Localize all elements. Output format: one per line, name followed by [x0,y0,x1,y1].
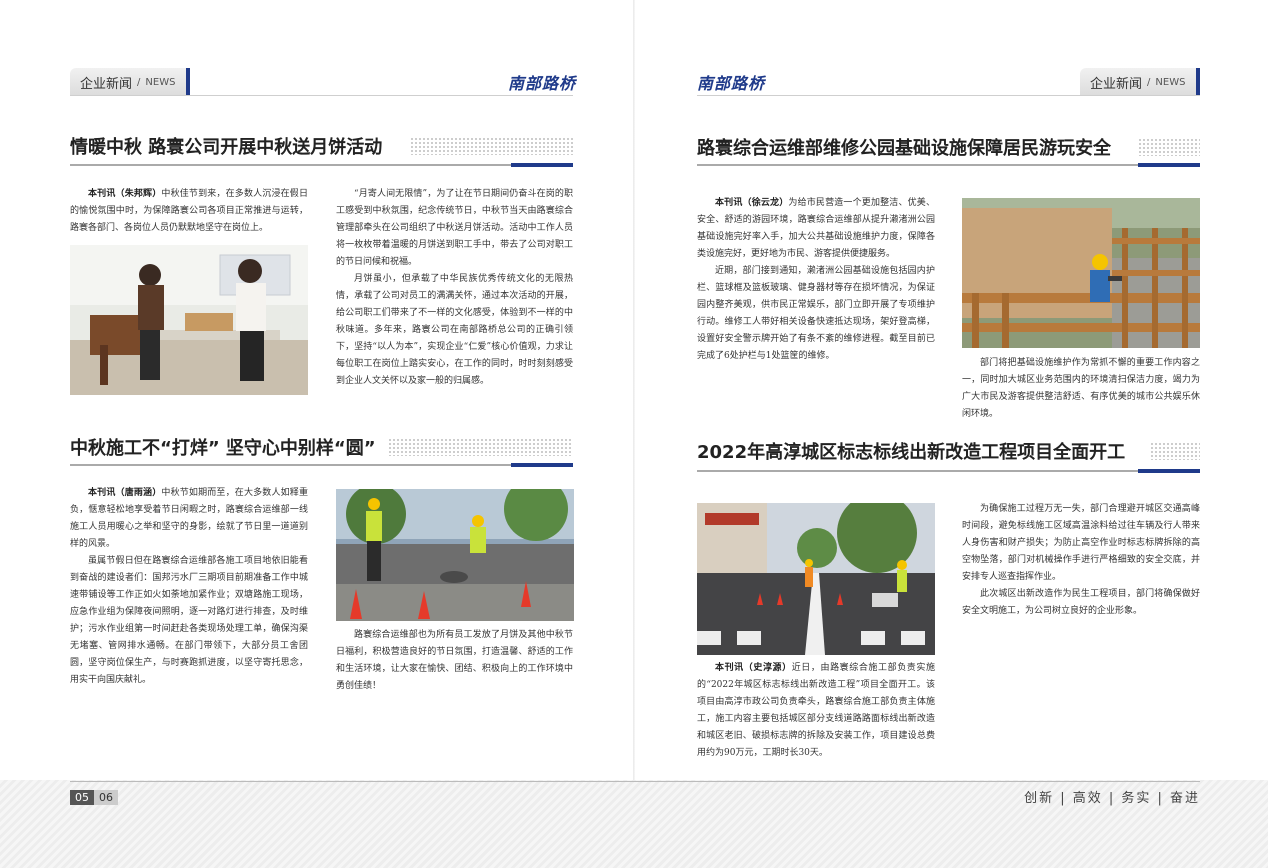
paragraph: 近日，由路寰综合施工部负责实施的“2022年城区标志标线出新改造工程”项目全面开… [697,663,935,758]
paragraph: 此次城区出新改造作为民生工程项目，部门将确保做好安全文明施工，为公司树立良好的企… [962,589,1200,616]
title-dots [1138,138,1200,156]
byline: 本刊讯（徐云龙） [715,198,789,208]
footer-slogan: 创新 | 高效 | 务实 | 奋进 [1024,791,1200,806]
footer-rule [70,781,1200,782]
page-number-left: 05 [70,790,94,805]
paragraph: 月饼虽小，但承载了中华民族优秀传统文化的无限热情，承载了公司对员工的满满关怀，通… [336,274,573,386]
section-tab-right: 企业新闻 / NEWS [1080,68,1200,96]
article-1-title: 情暖中秋 路寰公司开展中秋送月饼活动 [70,137,383,158]
brand-logo-left: 南部路桥 [508,74,577,93]
title-rule [697,163,1200,167]
title-dots [410,137,573,155]
magazine-spread: 企业新闻 / NEWS 南部路桥 南部路桥 企业新闻 / NEWS 情暖中秋 路… [0,0,1268,868]
title-dots [1150,442,1200,460]
paragraph: 为确保施工过程万无一失，部门合理避开城区交通高峰时间段，避免标线施工区域高温涂料… [962,504,1200,582]
section-label-en: NEWS [1155,76,1186,88]
photo-road-marking-works [697,503,935,655]
article-4-col-2: 为确保施工过程万无一失，部门合理避开城区交通高峰时间段，避免标线施工区域高温涂料… [962,501,1200,620]
section-tab-left: 企业新闻 / NEWS [70,68,190,96]
section-sep: / [1147,76,1151,88]
byline: 本刊讯（朱邦辉） [88,189,162,199]
page-numbers: 05 06 [70,790,118,805]
title-rule [70,463,573,467]
article-1-col-1: 本刊讯（朱邦辉）中秋佳节到来，在多数人沉浸在假日的愉悦氛围中时，为保障路寰公司各… [70,186,308,237]
header-rule-left [70,95,573,96]
page-fold [633,0,635,780]
paragraph: 路寰综合运维部也为所有员工发放了月饼及其他中秋节日福利，积极营造良好的节日氛围，… [336,630,573,691]
article-1-col-2: “月寄人间无限情”，为了让在节日期间仍奋斗在岗的职工感受到中秋氛围，纪念传统节日… [336,186,573,390]
article-2-col-1: 本刊讯（唐雨涵）中秋节如期而至，在大多数人如释重负，惬意轻松地享受着节日闲暇之时… [70,485,308,689]
photo-mooncake-handover [70,245,308,395]
section-label: 企业新闻 [1090,76,1143,92]
title-rule [697,469,1200,473]
article-3-title: 路寰综合运维部维修公园基础设施保障居民游玩安全 [697,138,1111,159]
section-sep: / [137,76,141,88]
byline: 本刊讯（唐雨涵） [88,488,162,498]
header-rule-right [697,95,1200,96]
paragraph: 部门将把基础设施维护作为常抓不懈的重要工作内容之一，同时加大城区业务范围内的环境… [962,358,1200,419]
article-4-col-1: 本刊讯（史淳源）近日，由路寰综合施工部负责实施的“2022年城区标志标线出新改造… [697,660,935,762]
paragraph: 近期，部门接到通知，濑渚洲公园基础设施包括园内护栏、篮球框及篮板玻璃、健身器材等… [697,266,935,361]
article-4-title: 2022年高淳城区标志标线出新改造工程项目全面开工 [697,442,1126,463]
article-3-col-1: 本刊讯（徐云龙）为给市民营造一个更加整洁、优美、安全、舒适的游园环境，路寰综合运… [697,195,935,365]
article-2-col-2: 路寰综合运维部也为所有员工发放了月饼及其他中秋节日福利，积极营造良好的节日氛围，… [336,627,573,695]
section-label-en: NEWS [145,76,176,88]
byline: 本刊讯（史淳源） [715,663,792,673]
title-dots [388,438,573,456]
section-label: 企业新闻 [80,76,133,92]
article-2-title: 中秋施工不“打烊” 坚守心中别样“圆” [70,438,376,459]
page-number-right: 06 [94,790,118,805]
photo-park-railing-repair [962,198,1200,348]
brand-logo-right: 南部路桥 [697,74,766,93]
title-rule [70,163,573,167]
article-3-col-2: 部门将把基础设施维护作为常抓不懈的重要工作内容之一，同时加大城区业务范围内的环境… [962,355,1200,423]
paragraph: “月寄人间无限情”，为了让在节日期间仍奋斗在岗的职工感受到中秋氛围，纪念传统节日… [336,189,573,267]
photo-holiday-construction [336,489,574,621]
paragraph: 虽属节假日但在路寰综合运维部各施工项目地依旧能看到奋战的建设者们：国邦污水厂三期… [70,556,308,685]
